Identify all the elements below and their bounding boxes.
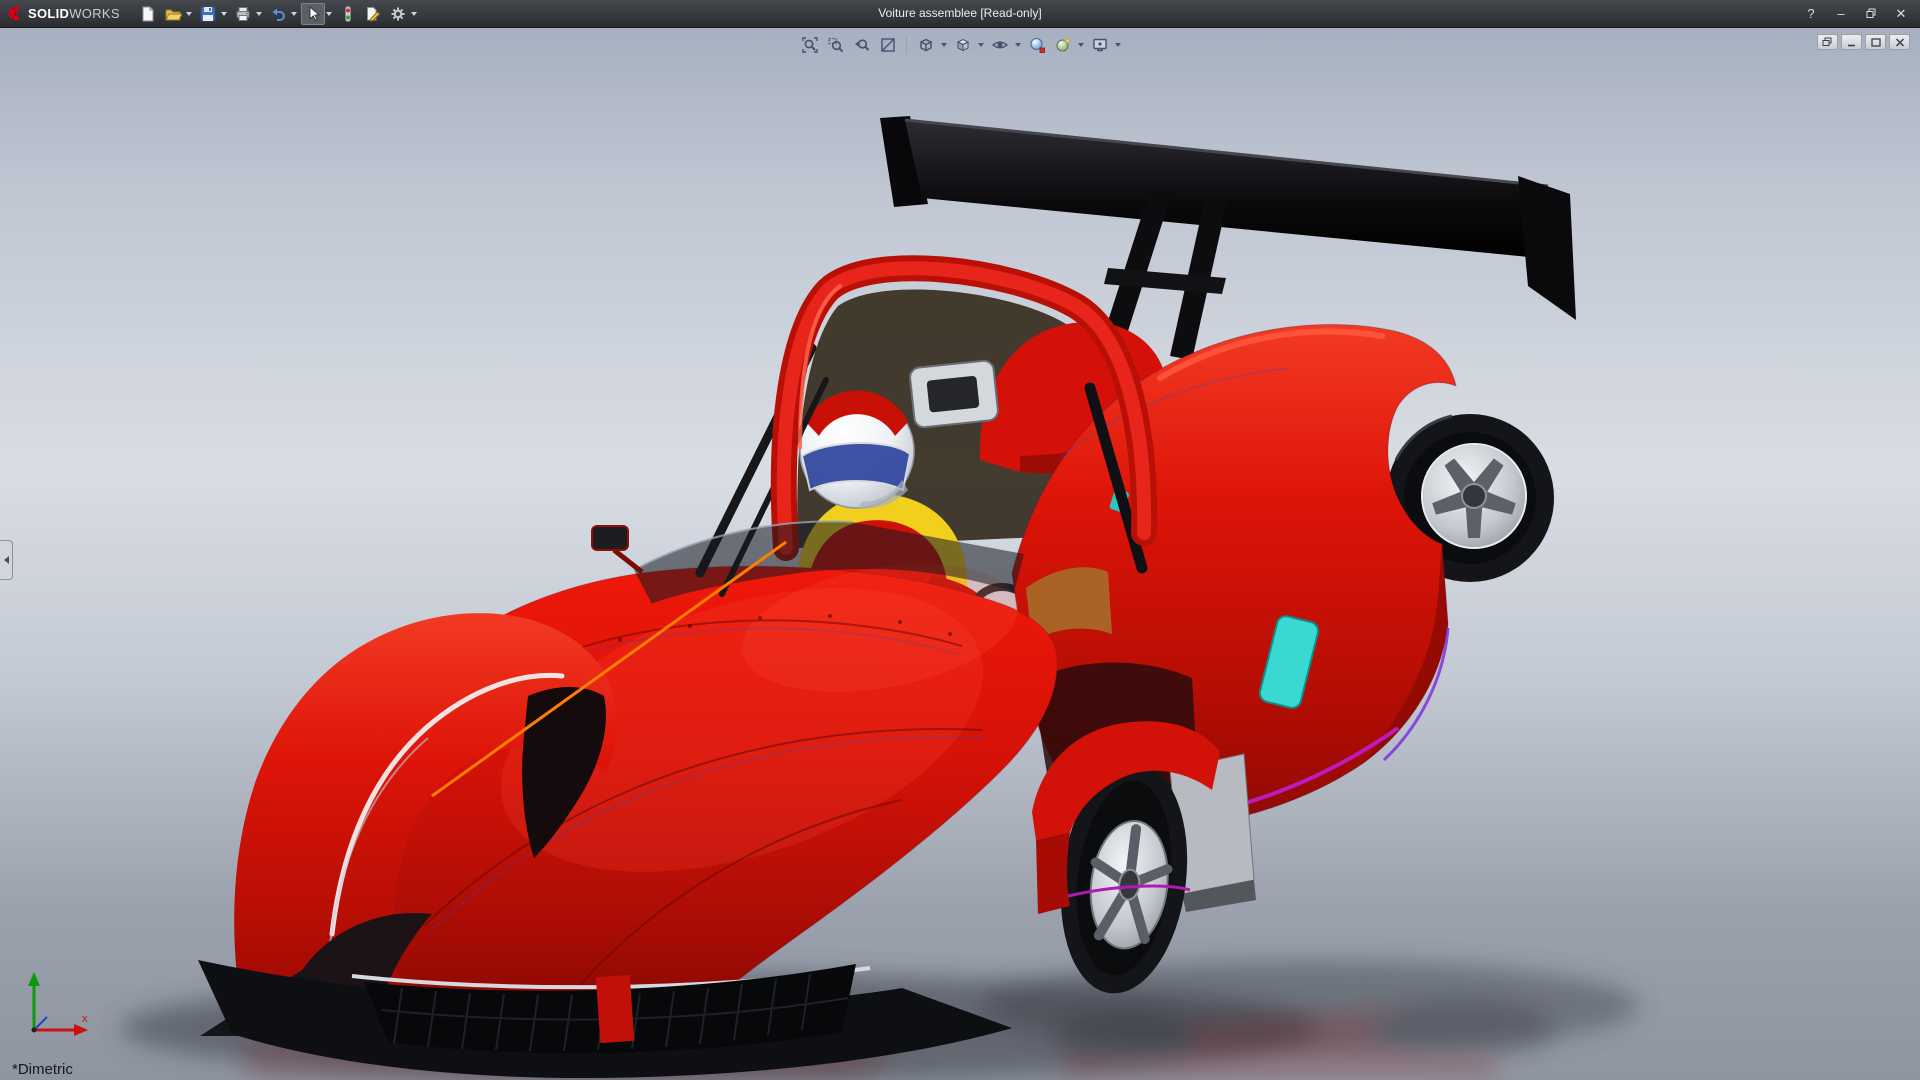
dropdown-caret-icon[interactable]: [256, 12, 262, 16]
dropdown-caret-icon[interactable]: [1115, 43, 1121, 47]
file-properties-button[interactable]: [361, 3, 385, 25]
dropdown-caret-icon[interactable]: [1078, 43, 1084, 47]
display-style-icon: [954, 36, 972, 54]
dropdown-caret-icon[interactable]: [221, 12, 227, 16]
previous-view-button[interactable]: [849, 34, 874, 56]
print-button[interactable]: [231, 3, 255, 25]
doc-minimize-button[interactable]: [1841, 34, 1862, 50]
minimize-button[interactable]: –: [1828, 4, 1854, 24]
minimize-icon: [1847, 38, 1857, 47]
zoom-to-fit-button[interactable]: [797, 34, 822, 56]
close-icon: [1895, 38, 1905, 47]
brand-text-bold: SOLID: [28, 6, 69, 21]
zoom-to-area-button[interactable]: [823, 34, 848, 56]
solidworks-logo-icon: [6, 5, 23, 22]
maximize-icon: [1871, 38, 1881, 47]
triad-x-label: x: [82, 1013, 88, 1025]
help-button[interactable]: ?: [1798, 4, 1824, 24]
restore-down-icon: [1822, 37, 1833, 47]
dropdown-caret-icon[interactable]: [978, 43, 984, 47]
edit-appearance-button[interactable]: [1024, 34, 1049, 56]
doc-restore-down-button[interactable]: [1817, 34, 1838, 50]
doc-maximize-button[interactable]: [1865, 34, 1886, 50]
select-button[interactable]: [301, 3, 325, 25]
dropdown-caret-icon[interactable]: [1015, 43, 1021, 47]
select-cursor-icon: [304, 5, 322, 23]
open-folder-icon: [164, 5, 182, 23]
hide-show-items-button[interactable]: [987, 34, 1012, 56]
car-3d-model[interactable]: [0, 28, 1920, 1080]
new-document-icon: [139, 5, 157, 23]
heads-up-toolbar: [797, 34, 1123, 56]
rebuild-stoplight-icon: [339, 5, 357, 23]
display-style-button[interactable]: [950, 34, 975, 56]
edit-appearance-icon: [1028, 36, 1046, 54]
rebuild-button[interactable]: [336, 3, 360, 25]
side-mirror[interactable]: [592, 526, 642, 572]
previous-view-icon: [853, 36, 871, 54]
hide-show-items-icon: [991, 36, 1009, 54]
undo-button[interactable]: [266, 3, 290, 25]
section-view-button[interactable]: [875, 34, 900, 56]
orientation-label: *Dimetric: [12, 1061, 73, 1078]
apply-scene-icon: [1054, 36, 1072, 54]
orientation-triad: x: [14, 960, 104, 1050]
dropdown-caret-icon[interactable]: [291, 12, 297, 16]
view-settings-icon: [1091, 36, 1109, 54]
brand-text-light: WORKS: [69, 6, 120, 21]
undo-icon: [269, 5, 287, 23]
apply-scene-button[interactable]: [1050, 34, 1075, 56]
view-orientation-button[interactable]: [913, 34, 938, 56]
save-button[interactable]: [196, 3, 220, 25]
dropdown-caret-icon[interactable]: [326, 12, 332, 16]
zoom-to-fit-icon: [801, 36, 819, 54]
solidworks-logo[interactable]: SOLIDWORKS: [6, 5, 130, 23]
dropdown-caret-icon[interactable]: [941, 43, 947, 47]
options-gear-icon: [389, 5, 407, 23]
section-view-icon: [879, 36, 897, 54]
restore-button[interactable]: [1858, 4, 1884, 24]
document-title: Voiture assemblee [Read-only]: [878, 0, 1041, 27]
zoom-to-area-icon: [827, 36, 845, 54]
restore-icon: [1866, 8, 1877, 19]
file-properties-icon: [364, 5, 382, 23]
splitter-pylon: [596, 975, 635, 1043]
quick-access-toolbar: [136, 3, 420, 25]
toolbar-separator: [906, 36, 907, 54]
print-icon: [234, 5, 252, 23]
document-window-controls: [1817, 34, 1910, 50]
save-icon: [199, 5, 217, 23]
roof-intake: [909, 360, 999, 428]
panel-flyout-tab[interactable]: [0, 540, 13, 580]
title-bar: SOLIDWORKS: [0, 0, 1920, 28]
options-button[interactable]: [386, 3, 410, 25]
graphics-viewport[interactable]: x *Dimetric: [0, 28, 1920, 1080]
view-settings-button[interactable]: [1087, 34, 1112, 56]
window-controls: ? – ✕: [1798, 4, 1914, 24]
chevron-left-icon: [4, 556, 9, 564]
close-button[interactable]: ✕: [1888, 4, 1914, 24]
dropdown-caret-icon[interactable]: [411, 12, 417, 16]
new-document-button[interactable]: [136, 3, 160, 25]
dropdown-caret-icon[interactable]: [186, 12, 192, 16]
doc-close-button[interactable]: [1889, 34, 1910, 50]
open-button[interactable]: [161, 3, 185, 25]
solidworks-window: SOLIDWORKS: [0, 0, 1920, 1080]
view-orientation-icon: [917, 36, 935, 54]
